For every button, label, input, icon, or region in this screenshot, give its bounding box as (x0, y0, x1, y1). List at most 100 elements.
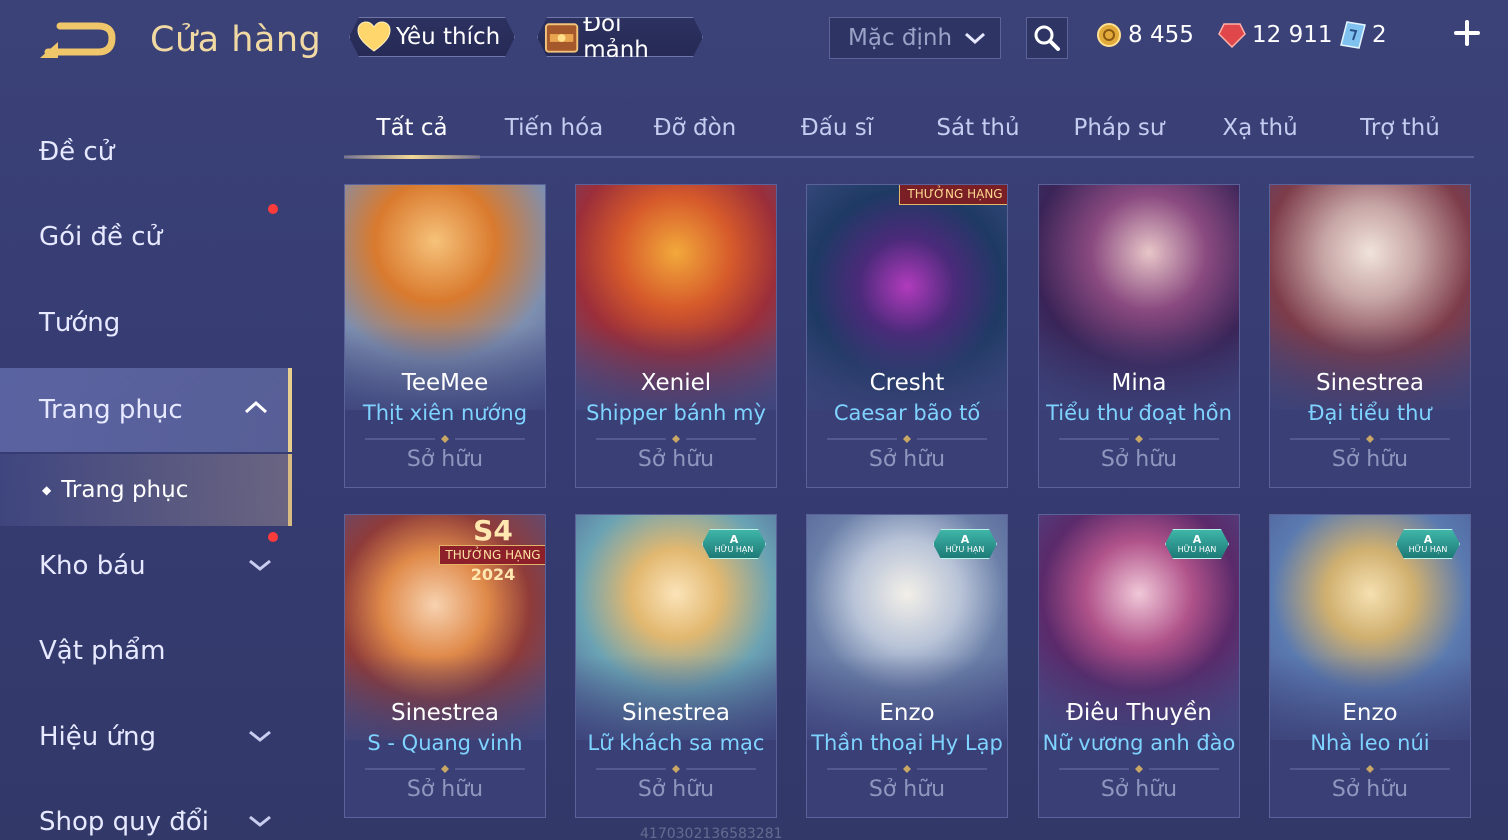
hero-name: Sinestrea (1316, 370, 1424, 396)
sidebar-item-items[interactable]: Vật phẩm (0, 611, 292, 691)
owned-status: Sở hữu (868, 777, 946, 802)
sidebar-item-bundles[interactable]: Gói đề cử (0, 197, 292, 277)
owned-status: Sở hữu (637, 447, 715, 472)
divider-ornament-icon (1059, 435, 1219, 443)
skin-name: S - Quang vinh (367, 731, 523, 755)
skin-card[interactable]: Sinestrea Đại tiểu thư Sở hữu (1269, 184, 1471, 488)
heart-icon (356, 21, 392, 53)
ruby-voucher-icon (1218, 23, 1246, 48)
skin-card[interactable]: Xeniel Shipper bánh mỳ Sở hữu (575, 184, 777, 488)
hero-name: Sinestrea (391, 700, 499, 726)
tab-fighter[interactable]: Đấu sĩ (769, 100, 905, 156)
hero-name: Mina (1111, 370, 1167, 396)
season-reward-badge: S4 THƯỞNG HẠNG 2024 (437, 514, 545, 589)
skin-card[interactable]: A HỮU HẠN Điêu Thuyền Nữ vương anh đào Sở… (1038, 514, 1240, 818)
tab-label: Xạ thủ (1222, 115, 1298, 141)
chevron-down-icon (249, 730, 271, 742)
skin-name: Thịt xiên nướng (362, 401, 528, 425)
tab-label: Pháp sư (1073, 115, 1165, 141)
chest-icon (544, 20, 579, 54)
skin-card[interactable]: A HỮU HẠN Enzo Thần thoại Hy Lạp Sở hữu (806, 514, 1008, 818)
owned-status: Sở hữu (1100, 777, 1178, 802)
tab-marksman[interactable]: Xạ thủ (1192, 100, 1328, 156)
hero-name: TeeMee (401, 370, 489, 396)
chevron-down-icon (249, 815, 271, 827)
sidebar-subitem-skins[interactable]: ◆ Trang phục (0, 454, 292, 526)
ticket-icon (1340, 21, 1366, 49)
tab-support[interactable]: Trợ thủ (1332, 100, 1468, 156)
skin-name: Shipper bánh mỳ (586, 401, 766, 425)
tab-label: Tiến hóa (504, 115, 604, 141)
sidebar-item-label: Hiệu ứng (39, 722, 156, 752)
owned-status: Sở hữu (406, 777, 484, 802)
skin-card[interactable]: S4 THƯỞNG HẠNG 2024 Sinestrea S - Quang … (344, 514, 546, 818)
hero-name: Cresht (869, 370, 945, 396)
exchange-shards-button[interactable]: Đổi mảnh (537, 17, 703, 57)
notification-dot (268, 532, 278, 542)
notification-dot (268, 204, 278, 214)
skin-card[interactable]: A HỮU HẠN Enzo Nhà leo núi Sở hữu (1269, 514, 1471, 818)
back-arrow-icon[interactable] (36, 18, 120, 64)
sidebar-subitem-label: Trang phục (61, 477, 189, 503)
season-year: 2024 (470, 565, 516, 584)
sidebar-item-treasure[interactable]: Kho báu (0, 526, 292, 606)
tab-tank[interactable]: Đỡ đòn (627, 100, 763, 156)
sidebar-item-skins[interactable]: Trang phục (0, 368, 292, 452)
skin-card[interactable]: THƯỞNG HẠNG Cresht Caesar bão tố Sở hữu (806, 184, 1008, 488)
limited-badge: A HỮU HẠN (933, 529, 997, 559)
hero-name: Sinestrea (622, 700, 730, 726)
plus-button[interactable] (1452, 18, 1482, 48)
tab-mage[interactable]: Pháp sư (1051, 100, 1187, 156)
voucher-amount: 12 911 (1252, 22, 1333, 48)
sort-dropdown[interactable]: Mặc định (829, 17, 1001, 59)
hero-name: Enzo (1342, 700, 1398, 726)
sidebar-item-recommended[interactable]: Đề cử (0, 112, 292, 192)
tab-all[interactable]: Tất cả (344, 100, 480, 159)
limited-badge: A HỮU HẠN (702, 529, 766, 559)
sidebar-item-label: Vật phẩm (39, 636, 166, 666)
search-icon (1034, 25, 1060, 51)
skin-card[interactable]: A HỮU HẠN Sinestrea Lữ khách sa mạc Sở hữ… (575, 514, 777, 818)
skin-name: Đại tiểu thư (1308, 401, 1432, 425)
tab-assassin[interactable]: Sát thủ (910, 100, 1046, 156)
divider-ornament-icon (1290, 765, 1450, 773)
season-label: S4 (473, 514, 513, 547)
top-bar: Cửa hàng Yêu thích Đổi mảnh Mặc định 8 4… (0, 0, 1508, 80)
favorite-button[interactable]: Yêu thích (349, 17, 515, 57)
favorite-label: Yêu thích (396, 24, 501, 50)
sidebar-item-effects[interactable]: Hiệu ứng (0, 697, 292, 777)
tab-label: Trợ thủ (1360, 115, 1440, 141)
chevron-down-icon (965, 32, 985, 45)
owned-status: Sở hữu (637, 777, 715, 802)
skin-name: Thần thoại Hy Lạp (811, 731, 1003, 755)
chevron-up-icon (244, 400, 268, 414)
exchange-label: Đổi mảnh (583, 11, 649, 63)
active-tab-indicator (344, 155, 480, 159)
divider-ornament-icon (365, 435, 525, 443)
sort-value: Mặc định (848, 25, 953, 51)
owned-status: Sở hữu (406, 447, 484, 472)
limited-badge: A HỮU HẠN (1396, 529, 1460, 559)
ticket-amount: 2 (1372, 22, 1387, 48)
skin-card[interactable]: Mina Tiểu thư đoạt hồn Sở hữu (1038, 184, 1240, 488)
tab-label: Đấu sĩ (800, 115, 874, 141)
divider-ornament-icon (1290, 435, 1450, 443)
skin-name: Nhà leo núi (1310, 731, 1430, 755)
tab-evolution[interactable]: Tiến hóa (486, 100, 622, 156)
sidebar-item-label: Đề cử (39, 137, 115, 167)
diamond-bullet-icon: ◆ (42, 483, 52, 497)
gold-balance: 8 455 (1096, 20, 1194, 50)
skin-name: Tiểu thư đoạt hồn (1046, 401, 1232, 425)
plus-icon (1454, 20, 1480, 46)
sidebar-item-heroes[interactable]: Tướng (0, 283, 292, 363)
owned-status: Sở hữu (1331, 447, 1409, 472)
gold-amount: 8 455 (1128, 22, 1194, 48)
rank-reward-label: THƯỞNG HẠNG (439, 545, 545, 565)
sidebar-item-exchange-shop[interactable]: Shop quy đổi (0, 782, 292, 840)
hero-name: Xeniel (640, 370, 712, 396)
skin-card[interactable]: TeeMee Thịt xiên nướng Sở hữu (344, 184, 546, 488)
sidebar-item-label: Tướng (39, 308, 121, 338)
divider-ornament-icon (596, 435, 756, 443)
owned-status: Sở hữu (868, 447, 946, 472)
search-button[interactable] (1026, 17, 1068, 59)
